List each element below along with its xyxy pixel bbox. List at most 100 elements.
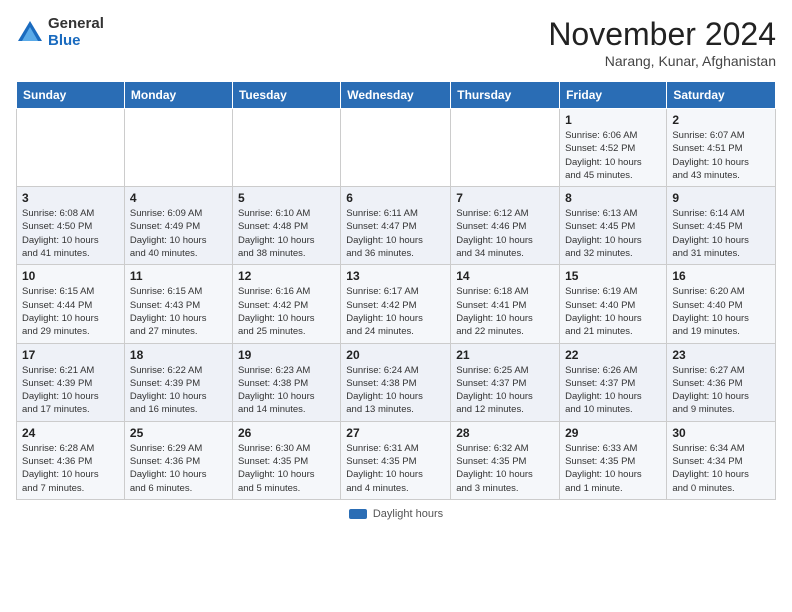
day-cell: 7 Sunrise: 6:12 AM Sunset: 4:46 PM Daylig…: [451, 187, 560, 265]
day-cell: 20 Sunrise: 6:24 AM Sunset: 4:38 PM Dayli…: [341, 343, 451, 421]
day-info: Sunrise: 6:14 AM Sunset: 4:45 PM Dayligh…: [672, 207, 770, 260]
day-number: 19: [238, 348, 335, 362]
title-block: November 2024 Narang, Kunar, Afghanistan: [548, 16, 776, 69]
month-title: November 2024: [548, 16, 776, 53]
day-number: 25: [130, 426, 227, 440]
daylight-swatch: [349, 509, 367, 519]
day-cell: [124, 109, 232, 187]
daylight-label: Daylight hours: [373, 508, 443, 520]
day-info: Sunrise: 6:34 AM Sunset: 4:34 PM Dayligh…: [672, 442, 770, 495]
day-number: 26: [238, 426, 335, 440]
calendar-body: 1 Sunrise: 6:06 AM Sunset: 4:52 PM Daylig…: [17, 109, 776, 500]
day-cell: 25 Sunrise: 6:29 AM Sunset: 4:36 PM Dayli…: [124, 421, 232, 499]
day-info: Sunrise: 6:22 AM Sunset: 4:39 PM Dayligh…: [130, 364, 227, 417]
logo: General Blue: [16, 16, 104, 49]
weekday-wednesday: Wednesday: [341, 82, 451, 109]
day-number: 20: [346, 348, 445, 362]
day-cell: 23Sunrise: 6:27 AM Sunset: 4:36 PM Dayli…: [667, 343, 776, 421]
day-cell: 11 Sunrise: 6:15 AM Sunset: 4:43 PM Dayli…: [124, 265, 232, 343]
day-cell: 3Sunrise: 6:08 AM Sunset: 4:50 PM Daylig…: [17, 187, 125, 265]
day-cell: 24Sunrise: 6:28 AM Sunset: 4:36 PM Dayli…: [17, 421, 125, 499]
day-number: 21: [456, 348, 554, 362]
day-cell: 15 Sunrise: 6:19 AM Sunset: 4:40 PM Dayli…: [560, 265, 667, 343]
page-header: General Blue November 2024 Narang, Kunar…: [16, 16, 776, 69]
day-info: Sunrise: 6:31 AM Sunset: 4:35 PM Dayligh…: [346, 442, 445, 495]
day-info: Sunrise: 6:17 AM Sunset: 4:42 PM Dayligh…: [346, 285, 445, 338]
day-info: Sunrise: 6:19 AM Sunset: 4:40 PM Dayligh…: [565, 285, 661, 338]
day-number: 1: [565, 113, 661, 127]
day-cell: 10 Sunrise: 6:15 AM Sunset: 4:44 PM Dayli…: [17, 265, 125, 343]
day-number: 11: [130, 269, 227, 283]
location: Narang, Kunar, Afghanistan: [548, 53, 776, 69]
day-number: 17: [22, 348, 119, 362]
day-info: Sunrise: 6:24 AM Sunset: 4:38 PM Dayligh…: [346, 364, 445, 417]
day-number: 9: [672, 191, 770, 205]
day-number: 28: [456, 426, 554, 440]
week-row-5: 24Sunrise: 6:28 AM Sunset: 4:36 PM Dayli…: [17, 421, 776, 499]
day-info: Sunrise: 6:21 AM Sunset: 4:39 PM Dayligh…: [22, 364, 119, 417]
day-number: 18: [130, 348, 227, 362]
day-number: 14: [456, 269, 554, 283]
day-info: Sunrise: 6:18 AM Sunset: 4:41 PM Dayligh…: [456, 285, 554, 338]
day-info: Sunrise: 6:20 AM Sunset: 4:40 PM Dayligh…: [672, 285, 770, 338]
weekday-monday: Monday: [124, 82, 232, 109]
day-number: 30: [672, 426, 770, 440]
week-row-3: 10 Sunrise: 6:15 AM Sunset: 4:44 PM Dayli…: [17, 265, 776, 343]
day-cell: 22 Sunrise: 6:26 AM Sunset: 4:37 PM Dayli…: [560, 343, 667, 421]
weekday-tuesday: Tuesday: [232, 82, 340, 109]
day-number: 5: [238, 191, 335, 205]
day-cell: 27 Sunrise: 6:31 AM Sunset: 4:35 PM Dayli…: [341, 421, 451, 499]
day-info: Sunrise: 6:16 AM Sunset: 4:42 PM Dayligh…: [238, 285, 335, 338]
day-info: Sunrise: 6:30 AM Sunset: 4:35 PM Dayligh…: [238, 442, 335, 495]
day-info: Sunrise: 6:29 AM Sunset: 4:36 PM Dayligh…: [130, 442, 227, 495]
day-number: 10: [22, 269, 119, 283]
day-cell: 6 Sunrise: 6:11 AM Sunset: 4:47 PM Daylig…: [341, 187, 451, 265]
day-cell: 4Sunrise: 6:09 AM Sunset: 4:49 PM Daylig…: [124, 187, 232, 265]
day-cell: 29Sunrise: 6:33 AM Sunset: 4:35 PM Dayli…: [560, 421, 667, 499]
day-cell: 5 Sunrise: 6:10 AM Sunset: 4:48 PM Daylig…: [232, 187, 340, 265]
calendar-table: SundayMondayTuesdayWednesdayThursdayFrid…: [16, 81, 776, 500]
footer-bar: Daylight hours: [16, 508, 776, 520]
day-info: Sunrise: 6:26 AM Sunset: 4:37 PM Dayligh…: [565, 364, 661, 417]
day-cell: 18 Sunrise: 6:22 AM Sunset: 4:39 PM Dayli…: [124, 343, 232, 421]
day-info: Sunrise: 6:15 AM Sunset: 4:44 PM Dayligh…: [22, 285, 119, 338]
day-number: 27: [346, 426, 445, 440]
day-cell: 30 Sunrise: 6:34 AM Sunset: 4:34 PM Dayli…: [667, 421, 776, 499]
day-info: Sunrise: 6:06 AM Sunset: 4:52 PM Dayligh…: [565, 129, 661, 182]
day-info: Sunrise: 6:33 AM Sunset: 4:35 PM Dayligh…: [565, 442, 661, 495]
day-info: Sunrise: 6:23 AM Sunset: 4:38 PM Dayligh…: [238, 364, 335, 417]
day-info: Sunrise: 6:25 AM Sunset: 4:37 PM Dayligh…: [456, 364, 554, 417]
week-row-2: 3Sunrise: 6:08 AM Sunset: 4:50 PM Daylig…: [17, 187, 776, 265]
day-cell: 8Sunrise: 6:13 AM Sunset: 4:45 PM Daylig…: [560, 187, 667, 265]
logo-text: General Blue: [48, 16, 104, 49]
day-info: Sunrise: 6:11 AM Sunset: 4:47 PM Dayligh…: [346, 207, 445, 260]
day-info: Sunrise: 6:28 AM Sunset: 4:36 PM Dayligh…: [22, 442, 119, 495]
day-number: 8: [565, 191, 661, 205]
day-number: 15: [565, 269, 661, 283]
day-info: Sunrise: 6:08 AM Sunset: 4:50 PM Dayligh…: [22, 207, 119, 260]
day-info: Sunrise: 6:15 AM Sunset: 4:43 PM Dayligh…: [130, 285, 227, 338]
day-number: 12: [238, 269, 335, 283]
logo-icon: [16, 19, 44, 47]
day-info: Sunrise: 6:32 AM Sunset: 4:35 PM Dayligh…: [456, 442, 554, 495]
day-number: 22: [565, 348, 661, 362]
day-info: Sunrise: 6:12 AM Sunset: 4:46 PM Dayligh…: [456, 207, 554, 260]
day-number: 6: [346, 191, 445, 205]
day-info: Sunrise: 6:10 AM Sunset: 4:48 PM Dayligh…: [238, 207, 335, 260]
day-cell: [451, 109, 560, 187]
day-cell: 13 Sunrise: 6:17 AM Sunset: 4:42 PM Dayli…: [341, 265, 451, 343]
weekday-friday: Friday: [560, 82, 667, 109]
day-cell: 9 Sunrise: 6:14 AM Sunset: 4:45 PM Daylig…: [667, 187, 776, 265]
weekday-header-row: SundayMondayTuesdayWednesdayThursdayFrid…: [17, 82, 776, 109]
day-number: 7: [456, 191, 554, 205]
day-cell: 17 Sunrise: 6:21 AM Sunset: 4:39 PM Dayli…: [17, 343, 125, 421]
day-number: 13: [346, 269, 445, 283]
day-cell: 16Sunrise: 6:20 AM Sunset: 4:40 PM Dayli…: [667, 265, 776, 343]
day-cell: 28 Sunrise: 6:32 AM Sunset: 4:35 PM Dayli…: [451, 421, 560, 499]
week-row-4: 17 Sunrise: 6:21 AM Sunset: 4:39 PM Dayli…: [17, 343, 776, 421]
day-cell: 19 Sunrise: 6:23 AM Sunset: 4:38 PM Dayli…: [232, 343, 340, 421]
day-cell: 21 Sunrise: 6:25 AM Sunset: 4:37 PM Dayli…: [451, 343, 560, 421]
day-number: 2: [672, 113, 770, 127]
weekday-sunday: Sunday: [17, 82, 125, 109]
day-cell: 2Sunrise: 6:07 AM Sunset: 4:51 PM Daylig…: [667, 109, 776, 187]
